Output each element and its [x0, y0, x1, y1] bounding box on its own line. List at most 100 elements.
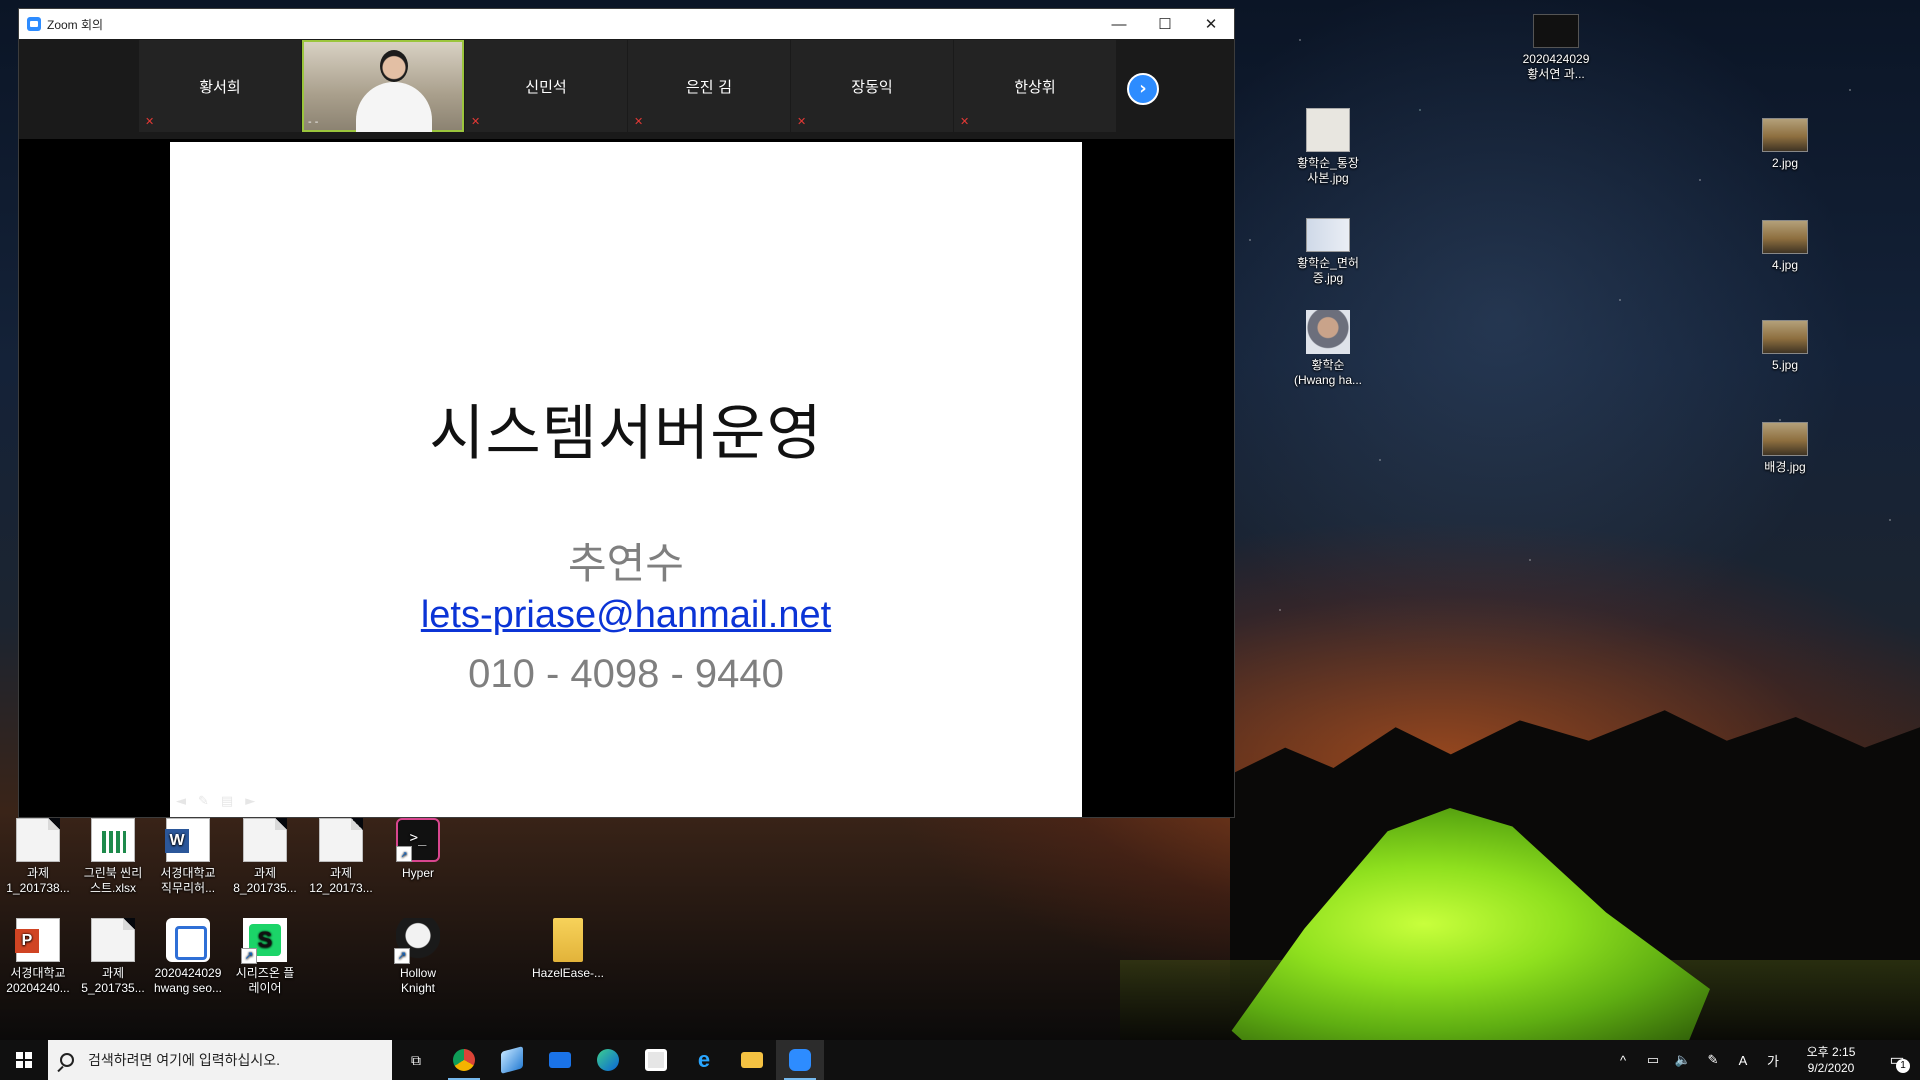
minimize-button[interactable]: — [1096, 9, 1142, 39]
participant-video [356, 50, 432, 132]
taskbar-zoom[interactable] [776, 1040, 824, 1080]
desktop-icon-series-on[interactable]: 시리즈온 플 레이어 [227, 918, 303, 996]
participant-name: 황서희 [199, 77, 241, 96]
muted-mic-icon: ✕ [471, 115, 481, 128]
taskbar-mail[interactable] [536, 1040, 584, 1080]
document-icon [319, 818, 363, 862]
slide-phone: 010 - 4098 - 9440 [468, 652, 784, 696]
participant-tile[interactable]: 장동익 ✕ [791, 40, 953, 132]
desktop-icon-ppt[interactable]: 서경대학교 20204240... [0, 918, 76, 996]
taskbar-edge[interactable] [584, 1040, 632, 1080]
edge-icon [597, 1049, 619, 1071]
desktop-icon-license[interactable]: 황학순_면허 증.jpg [1290, 218, 1366, 286]
document-icon [16, 818, 60, 862]
task-view-button[interactable]: ⧉ [392, 1040, 440, 1080]
desktop-icon-hyper[interactable]: >_ Hyper [380, 818, 456, 881]
participant-name: 신민석 [525, 77, 567, 96]
show-hidden-icons-button[interactable]: ^ [1608, 1053, 1638, 1068]
language-indicator[interactable]: 가 [1758, 1051, 1788, 1070]
search-icon [60, 1053, 74, 1067]
folder-icon [553, 918, 583, 962]
store-icon [645, 1049, 667, 1071]
internet-explorer-icon: e [697, 1047, 711, 1072]
document-icon [91, 918, 135, 962]
desktop-icon-doc-5[interactable]: 과제 5_201735... [75, 918, 151, 996]
pen-workspace-icon[interactable]: ✎ [1698, 1052, 1728, 1068]
slides-icon[interactable]: ▤ [221, 794, 233, 809]
participant-tile[interactable]: 황서희 ✕ [139, 40, 301, 132]
taskbar-store[interactable] [632, 1040, 680, 1080]
participant-name: 한상휘 [1014, 77, 1056, 96]
slide-title: 시스템서버운영 [429, 399, 823, 469]
participant-tile[interactable]: 신민석 ✕ [465, 40, 627, 132]
desktop-icon-bankbook[interactable]: 황학순_통장 사본.jpg [1290, 108, 1366, 186]
video-caption: - - [308, 117, 319, 128]
slide-email-link[interactable]: lets-priase@hanmail.net [170, 594, 1082, 637]
previous-slide-icon[interactable]: ◄ [176, 794, 186, 809]
task-view-icon: ⧉ [411, 1051, 421, 1068]
slideshow-toolbar: ◄ ✎ ▤ ► [176, 794, 255, 809]
participant-tile[interactable]: 한상휘 ✕ [954, 40, 1116, 132]
clock-date: 9/2/2020 [1807, 1061, 1855, 1075]
zoom-meeting-window[interactable]: Zoom 회의 — ☐ ✕ 황서희 ✕ - - 신민석 ✕ 은진 김 ✕ 장동익… [18, 8, 1235, 818]
window-title: Zoom 회의 [47, 17, 104, 32]
word-document-icon [165, 818, 210, 862]
desktop-icon-word[interactable]: 서경대학교 직무리허... [150, 818, 226, 896]
desktop-icon-note[interactable]: 2020424029 hwang seo... [150, 918, 226, 996]
taskbar: 검색하려면 여기에 입력하십시오. ⧉ e ^ ▭ 🔈 ✎ A 가 오후 2:1… [0, 1040, 1920, 1080]
desktop-icon-doc-1[interactable]: 과제 1_201738... [0, 818, 76, 896]
muted-mic-icon: ✕ [960, 115, 970, 128]
note-document-icon [166, 918, 210, 962]
participant-tile[interactable]: 은진 김 ✕ [628, 40, 790, 132]
desktop-icon-2jpg[interactable]: 2.jpg [1747, 118, 1823, 171]
slide-presenter: 추연수 [568, 539, 684, 588]
taskbar-search[interactable]: 검색하려면 여기에 입력하십시오. [48, 1040, 392, 1080]
desktop-icon-doc-8[interactable]: 과제 8_201735... [227, 818, 303, 896]
desktop-icon-hazelease[interactable]: HazelEase-... [530, 918, 606, 981]
desktop-icon-xlsx[interactable]: 그린북 씬리 스트.xlsx [75, 818, 151, 896]
notification-count: 1 [1896, 1059, 1910, 1073]
window-titlebar[interactable]: Zoom 회의 — ☐ ✕ [19, 9, 1234, 39]
system-tray: ^ ▭ 🔈 ✎ A 가 오후 2:15 9/2/2020 ▭ 1 [1608, 1040, 1920, 1080]
next-page-button[interactable]: › [1127, 73, 1159, 105]
hollow-knight-icon [394, 918, 440, 964]
desktop-icon-5jpg[interactable]: 5.jpg [1747, 320, 1823, 373]
next-slide-icon[interactable]: ► [245, 794, 255, 809]
desktop-icon-4jpg[interactable]: 4.jpg [1747, 220, 1823, 273]
close-button[interactable]: ✕ [1188, 9, 1234, 39]
image-file-icon [1762, 118, 1808, 152]
series-on-player-icon [241, 918, 287, 964]
zoom-icon [789, 1049, 811, 1071]
volume-icon[interactable]: 🔈 [1668, 1052, 1698, 1068]
muted-mic-icon: ✕ [797, 115, 807, 128]
desktop-icon-hollow-knight[interactable]: Hollow Knight [380, 918, 456, 996]
pen-icon[interactable]: ✎ [198, 794, 209, 809]
desktop-icon-video[interactable]: 2020424029 황서연 과... [1518, 14, 1594, 82]
desktop-icon-portrait[interactable]: 황학순 (Hwang ha... [1290, 310, 1366, 388]
image-file-icon [1762, 422, 1808, 456]
desktop-icon-doc-12[interactable]: 과제 12_20173... [303, 818, 379, 896]
search-placeholder: 검색하려면 여기에 입력하십시오. [88, 1052, 280, 1068]
desktop-icon-background-jpg[interactable]: 배경.jpg [1747, 422, 1823, 475]
taskbar-chrome[interactable] [440, 1040, 488, 1080]
muted-mic-icon: ✕ [145, 115, 155, 128]
folder-icon [741, 1052, 763, 1068]
ime-mode-indicator[interactable]: A [1728, 1053, 1758, 1068]
taskbar-file-explorer[interactable] [728, 1040, 776, 1080]
taskbar-clock[interactable]: 오후 2:15 9/2/2020 [1788, 1044, 1874, 1076]
action-center-button[interactable]: ▭ 1 [1874, 1040, 1920, 1080]
image-file-icon [1306, 218, 1350, 252]
video-file-icon [1533, 14, 1579, 48]
participant-name: 은진 김 [685, 77, 733, 96]
start-button[interactable] [0, 1040, 48, 1080]
taskbar-internet-explorer[interactable]: e [680, 1040, 728, 1080]
image-file-icon [1306, 310, 1350, 354]
battery-icon[interactable]: ▭ [1638, 1052, 1668, 1068]
app-icon [501, 1046, 523, 1074]
chrome-icon [453, 1049, 475, 1071]
maximize-button[interactable]: ☐ [1142, 9, 1188, 39]
taskbar-app[interactable] [488, 1040, 536, 1080]
screen-share-area: 시스템서버운영 추연수 lets-priase@hanmail.net 010 … [19, 139, 1234, 817]
participant-video-tile[interactable]: - - [302, 40, 464, 132]
clock-time: 오후 2:15 [1806, 1045, 1856, 1059]
